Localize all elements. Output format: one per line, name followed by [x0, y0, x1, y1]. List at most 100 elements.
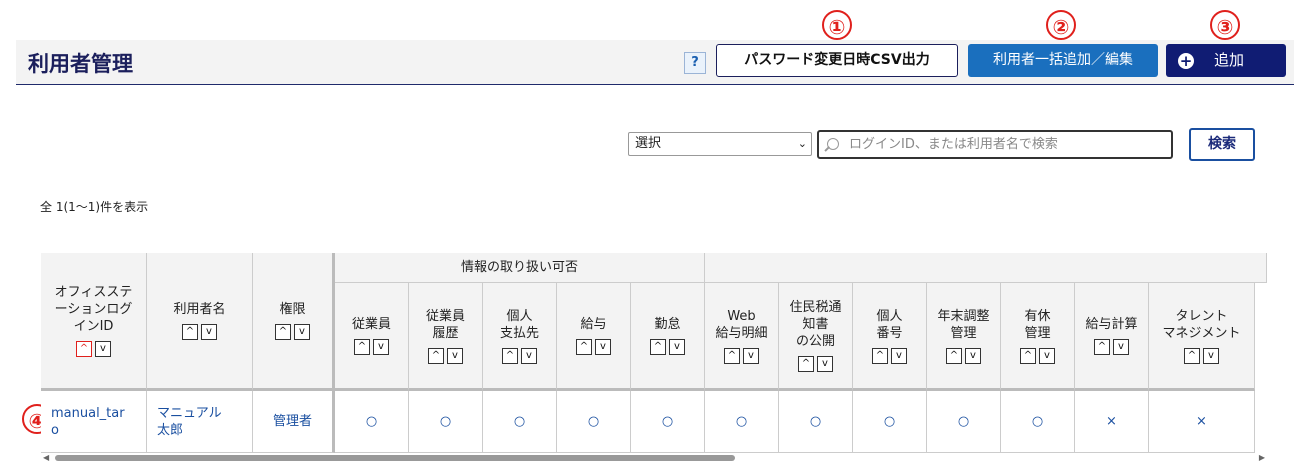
sort-controls: ^ v	[872, 347, 907, 364]
horizontal-scrollbar[interactable]: ◀ ▶	[41, 453, 1267, 463]
search-input[interactable]: ログインID、または利用者名で検索	[817, 130, 1173, 159]
sort-ascending-icon[interactable]: ^	[798, 356, 814, 372]
column-header-login_id: オフィスステ ーションログ インID ^ v	[41, 253, 147, 391]
cell-value: ○	[883, 414, 896, 429]
help-icon[interactable]: ?	[684, 52, 706, 74]
table-cell-c12: ×	[1149, 391, 1255, 453]
column-header-label: オフィスステ ーションログ インID	[54, 285, 133, 334]
annotation-marker-3: ③	[1210, 10, 1240, 40]
sort-ascending-icon[interactable]: ^	[872, 347, 888, 364]
column-header-label: 従業員	[351, 317, 391, 332]
sort-controls: ^ v	[576, 339, 611, 355]
sort-ascending-icon[interactable]: ^	[502, 347, 518, 364]
sort-ascending-icon[interactable]: ^	[1094, 339, 1110, 355]
page-title: 利用者管理	[28, 52, 133, 76]
column-header-c1: 従業員 ^ v	[335, 283, 409, 391]
annotation-marker-2: ②	[1046, 10, 1076, 40]
sort-descending-icon[interactable]: v	[891, 347, 907, 364]
add-button-label: 追加	[1214, 51, 1245, 69]
scrollbar-thumb[interactable]	[55, 455, 735, 461]
search-placeholder: ログインID、または利用者名で検索	[849, 137, 1058, 152]
table-cell-c2: ○	[409, 391, 483, 453]
sort-descending-icon[interactable]: v	[743, 347, 759, 364]
scroll-right-icon[interactable]: ▶	[1259, 453, 1265, 462]
table-cell-login_id[interactable]: manual_tar o	[41, 391, 147, 453]
column-header-c6: Web 給与明細 ^ v	[705, 283, 779, 391]
chevron-down-icon: ⌄	[797, 137, 807, 150]
sort-ascending-icon[interactable]: ^	[354, 339, 370, 355]
sort-ascending-icon[interactable]: ^	[76, 341, 92, 357]
bulk-add-edit-button[interactable]: 利用者一括追加／編集	[968, 44, 1158, 77]
password-csv-export-button[interactable]: パスワード変更日時CSV出力	[716, 44, 958, 77]
cell-value: ×	[1106, 414, 1117, 429]
column-header-c5: 勤怠 ^ v	[631, 283, 705, 391]
filter-select-value: 選択	[635, 136, 662, 151]
sort-ascending-icon[interactable]: ^	[724, 347, 740, 364]
sort-descending-icon[interactable]: v	[521, 347, 537, 364]
sort-descending-icon[interactable]: v	[1203, 347, 1219, 364]
cell-value: ○	[661, 414, 674, 429]
sort-controls: ^ v	[275, 324, 310, 340]
sort-ascending-icon[interactable]: ^	[650, 339, 666, 355]
sort-ascending-icon[interactable]: ^	[1020, 347, 1036, 364]
sort-ascending-icon[interactable]: ^	[182, 324, 198, 340]
column-header-label: 個人 番号	[876, 308, 903, 341]
sort-descending-icon[interactable]: v	[1039, 347, 1055, 364]
sort-descending-icon[interactable]: v	[595, 339, 611, 355]
cell-value: ○	[439, 414, 452, 429]
cell-value: ×	[1196, 414, 1207, 429]
table-cell-user_name[interactable]: マニュアル 太郎	[147, 391, 253, 453]
column-header-c7: 住民税通 知書 の公開 ^ v	[779, 283, 853, 391]
sort-ascending-icon[interactable]: ^	[1184, 347, 1200, 364]
table-cell-c8: ○	[853, 391, 927, 453]
scroll-left-icon[interactable]: ◀	[43, 453, 49, 462]
cell-value: ○	[513, 414, 526, 429]
column-header-label: 従業員 履歴	[425, 308, 465, 341]
sort-descending-icon[interactable]: v	[373, 339, 389, 355]
cell-value: ○	[957, 414, 970, 429]
column-header-c2: 従業員 履歴 ^ v	[409, 283, 483, 391]
sort-descending-icon[interactable]: v	[294, 324, 310, 340]
cell-value: ○	[1031, 414, 1044, 429]
column-header-c9: 年末調整 管理 ^ v	[927, 283, 1001, 391]
group-header-spacer	[705, 253, 1267, 283]
sort-descending-icon[interactable]: v	[1113, 339, 1129, 355]
column-header-c4: 給与 ^ v	[557, 283, 631, 391]
sort-ascending-icon[interactable]: ^	[946, 347, 962, 364]
sort-ascending-icon[interactable]: ^	[576, 339, 592, 355]
filter-select[interactable]: 選択 ⌄	[628, 132, 812, 156]
column-header-c12: タレント マネジメント ^ v	[1149, 283, 1255, 391]
cell-value: 管理者	[272, 414, 312, 429]
sort-ascending-icon[interactable]: ^	[275, 324, 291, 340]
column-header-label: タレント マネジメント	[1162, 308, 1241, 341]
sort-controls: ^ v	[724, 347, 759, 364]
table-cell-c9: ○	[927, 391, 1001, 453]
sort-controls: ^ v	[946, 347, 981, 364]
column-header-user_name: 利用者名 ^ v	[147, 253, 253, 391]
column-header-c8: 個人 番号 ^ v	[853, 283, 927, 391]
users-table: オフィスステ ーションログ インID ^ v manual_tar o 利用者名 ^ v マニ…	[41, 253, 1267, 453]
plus-icon: +	[1178, 52, 1194, 70]
table-cell-c11: ×	[1075, 391, 1149, 453]
column-header-role: 権限 ^ v	[253, 253, 335, 391]
search-button[interactable]: 検索	[1189, 128, 1255, 161]
cell-value: ○	[809, 414, 822, 429]
sort-descending-icon[interactable]: v	[965, 347, 981, 364]
sort-controls: ^ v	[1094, 339, 1129, 355]
table-cell-c3: ○	[483, 391, 557, 453]
column-header-label: 有休 管理	[1024, 308, 1051, 341]
sort-descending-icon[interactable]: v	[201, 324, 217, 340]
sort-descending-icon[interactable]: v	[447, 347, 463, 364]
table-cell-c7: ○	[779, 391, 853, 453]
column-header-c3: 個人 支払先 ^ v	[483, 283, 557, 391]
sort-controls: ^ v	[1184, 347, 1219, 364]
column-header-label: 給与計算	[1085, 317, 1138, 332]
result-count: 全 1(1～1)件を表示	[40, 200, 149, 214]
column-header-c11: 給与計算 ^ v	[1075, 283, 1149, 391]
sort-controls: ^ v	[502, 347, 537, 364]
add-user-button[interactable]: + 追加	[1166, 44, 1286, 77]
sort-descending-icon[interactable]: v	[817, 356, 833, 372]
sort-descending-icon[interactable]: v	[669, 339, 685, 355]
sort-ascending-icon[interactable]: ^	[428, 347, 444, 364]
sort-descending-icon[interactable]: v	[95, 341, 111, 357]
